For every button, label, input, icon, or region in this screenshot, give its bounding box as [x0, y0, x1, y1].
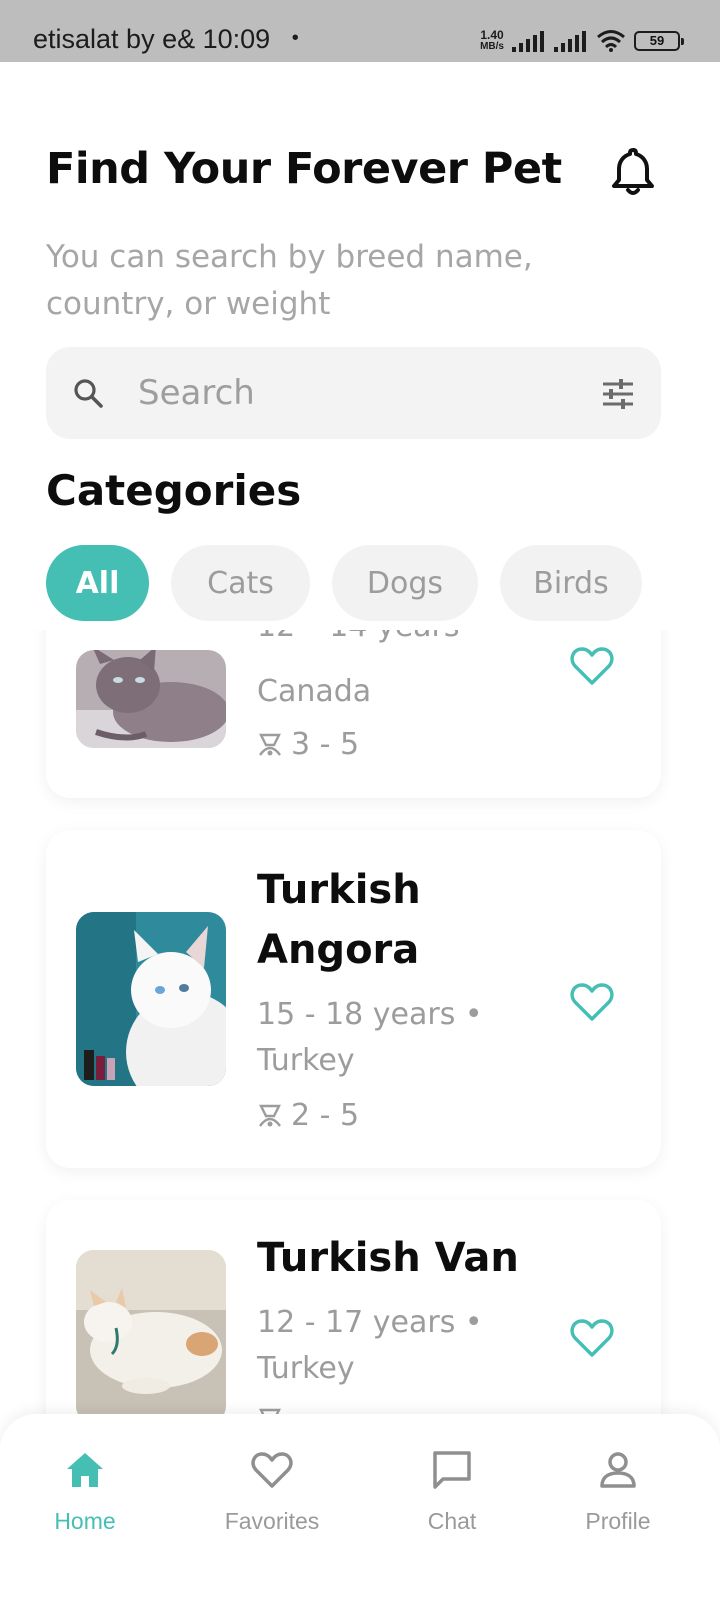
filter-sliders-icon[interactable] [601, 377, 635, 411]
nav-profile-label: Profile [585, 1508, 651, 1534]
notification-bell-icon[interactable] [609, 146, 657, 198]
category-chips: All Cats Dogs Birds [46, 545, 642, 621]
pet-name: Turkish Angora [257, 867, 421, 973]
pet-lifespan: 15 - 18 years • [257, 997, 483, 1032]
nav-profile[interactable]: Profile [553, 1448, 683, 1535]
nav-favorites-label: Favorites [224, 1508, 320, 1534]
favorite-heart-icon[interactable] [570, 982, 614, 1022]
pet-lifespan: 12 - 17 years • [257, 1305, 483, 1340]
pet-card-turkish-van[interactable]: Turkish Van 12 - 17 years • Turkey [46, 1200, 661, 1420]
nav-home-label: Home [54, 1508, 116, 1534]
nav-chat[interactable]: Chat [387, 1448, 517, 1535]
pet-lifespan: 12 – 14 years [257, 630, 557, 650]
pet-name: Turkish Van [257, 1235, 519, 1281]
battery-icon: 59 [634, 31, 684, 51]
bottom-navigation: Home Favorites Chat Profile [0, 1414, 720, 1600]
pet-country: Canada [257, 674, 372, 709]
signal-icon-2 [554, 31, 586, 52]
status-bar: etisalat by e& 10:09 • 1.40 MB/s 59 [0, 0, 720, 62]
pet-list[interactable]: 12 – 14 years Canada 3 - 5 [0, 630, 720, 1420]
search-input[interactable] [138, 365, 568, 421]
page-subtitle: You can search by breed name, country, o… [46, 239, 533, 322]
search-icon [74, 379, 103, 408]
pet-card-turkish-angora[interactable]: Turkish Angora 15 - 18 years • Turkey 2 … [46, 830, 661, 1168]
network-speed-value: 1.40 [480, 28, 504, 42]
chip-all[interactable]: All [46, 545, 149, 621]
chip-dogs[interactable]: Dogs [332, 545, 478, 621]
favorite-heart-icon[interactable] [570, 1318, 614, 1358]
status-left: etisalat by e& 10:09 • [33, 24, 299, 55]
chip-cats[interactable]: Cats [171, 545, 310, 621]
pet-weight: 2 - 5 [257, 1098, 359, 1133]
wifi-icon [597, 30, 625, 52]
pet-country: Turkey [257, 1043, 355, 1078]
heart-icon [251, 1452, 293, 1488]
chat-icon [433, 1451, 471, 1489]
pet-weight: 3 - 5 [257, 727, 359, 762]
pet-country: Turkey [257, 1351, 355, 1386]
categories-heading: Categories [46, 466, 302, 515]
carrier-name: etisalat by e& [33, 24, 196, 54]
signal-icon [512, 31, 544, 52]
page-title: Find Your Forever Pet [46, 144, 562, 194]
pet-card-sphynx[interactable]: 12 – 14 years Canada 3 - 5 [46, 630, 661, 798]
home-icon [67, 1453, 103, 1487]
network-speed: 1.40 MB/s [480, 28, 504, 52]
status-time: 10:09 [202, 24, 271, 54]
pet-image [76, 650, 226, 748]
pet-image [76, 912, 226, 1086]
weight-scale-icon [259, 733, 281, 756]
favorite-heart-icon[interactable] [570, 646, 614, 686]
search-bar[interactable] [46, 347, 661, 439]
weight-scale-icon [259, 1104, 281, 1127]
status-right: 1.40 MB/s 59 [480, 26, 684, 56]
nav-chat-label: Chat [427, 1508, 477, 1534]
nav-favorites[interactable]: Favorites [207, 1448, 337, 1535]
network-speed-unit: MB/s [480, 41, 504, 52]
notification-dot: • [291, 27, 299, 49]
pet-image [76, 1250, 226, 1420]
profile-icon [600, 1452, 636, 1488]
nav-home[interactable]: Home [20, 1448, 150, 1535]
chip-birds[interactable]: Birds [500, 545, 642, 621]
